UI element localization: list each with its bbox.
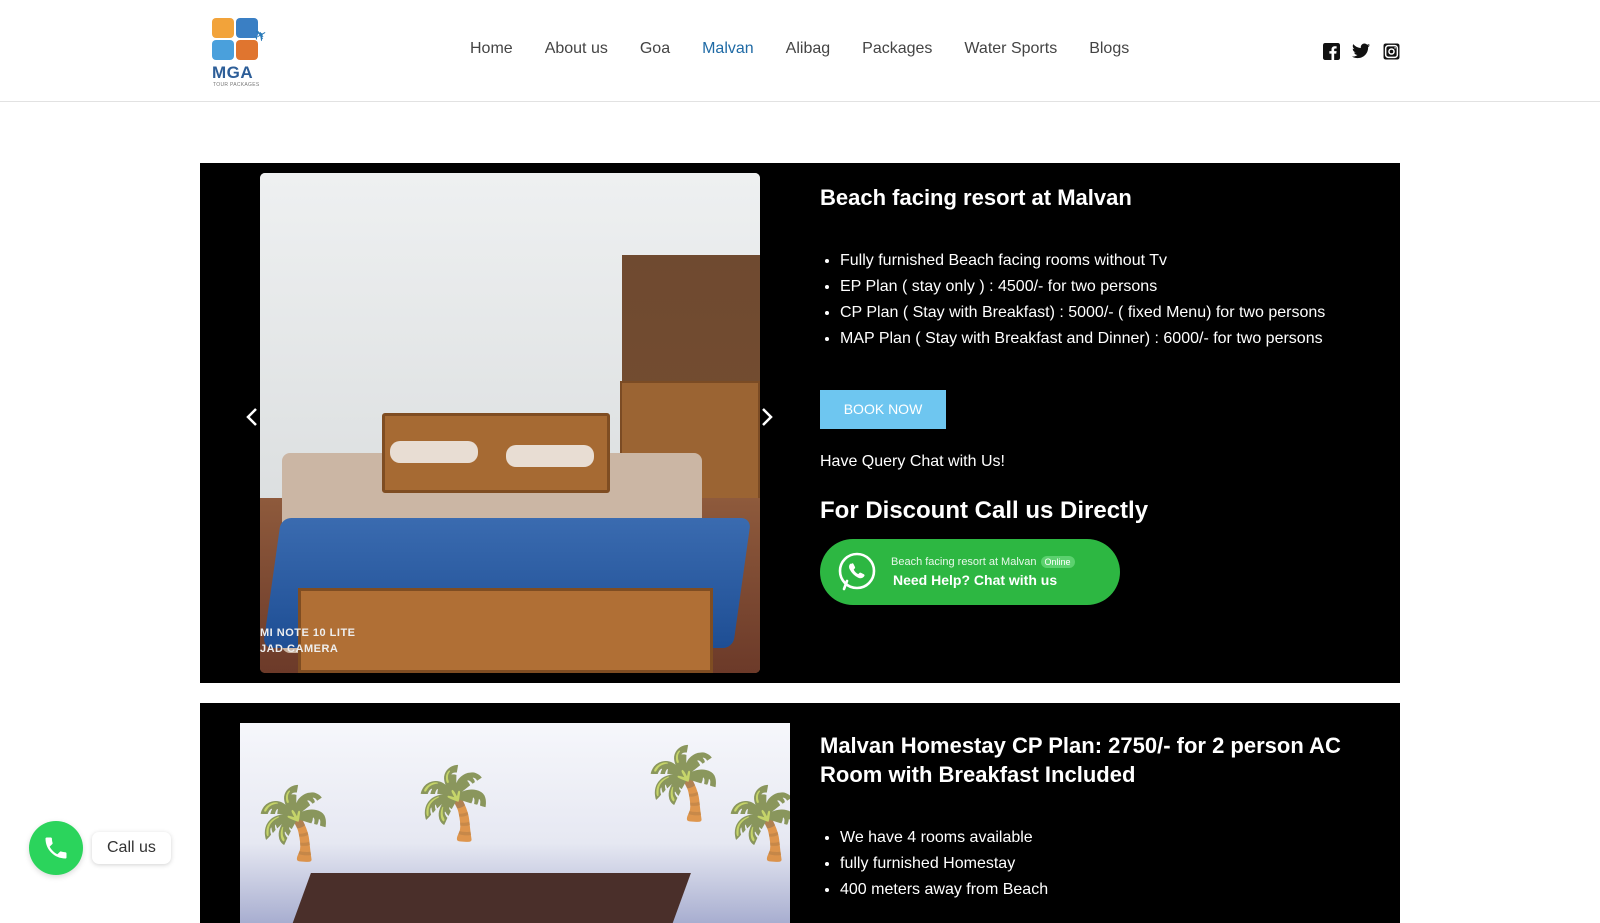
- nav-item-blogs[interactable]: Blogs: [1089, 40, 1129, 58]
- nav-item-water-sports[interactable]: Water Sports: [964, 40, 1057, 58]
- phone-icon: [45, 837, 67, 859]
- logo-text: MGA: [212, 63, 254, 82]
- query-text: Have Query Chat with Us!: [820, 453, 1005, 470]
- main-nav: Home About us Goa Malvan Alibag Packages…: [470, 40, 1161, 58]
- homestay-photo[interactable]: 🌴 🌴 🌴 🌴: [240, 723, 790, 923]
- whatsapp-chat-button[interactable]: Beach facing resort at Malvan Online Need…: [820, 539, 1120, 605]
- facebook-icon[interactable]: [1322, 42, 1340, 60]
- palm-tree-icon: 🌴: [640, 744, 728, 822]
- resort-title: Beach facing resort at Malvan: [820, 185, 1132, 210]
- palm-tree-icon: 🌴: [250, 784, 338, 862]
- book-now-button[interactable]: BOOK NOW: [820, 390, 946, 429]
- site-header: ✈ MGA TOUR PACKAGES Home About us Goa Ma…: [0, 0, 1600, 102]
- list-item: fully furnished Homestay: [840, 851, 1360, 877]
- nav-item-packages[interactable]: Packages: [862, 40, 932, 58]
- logo-mark: [212, 18, 258, 60]
- resort-features-list: Fully furnished Beach facing rooms witho…: [820, 248, 1360, 352]
- resort-details: Beach facing resort at Malvan Fully furn…: [820, 183, 1360, 605]
- list-item: Fully furnished Beach facing rooms witho…: [840, 248, 1360, 274]
- whatsapp-cta-text: Need Help? Chat with us: [893, 572, 1058, 588]
- call-button[interactable]: [29, 821, 83, 875]
- homestay-roof: [289, 873, 691, 923]
- homestay-details: Malvan Homestay CP Plan: 2750/- for 2 pe…: [820, 731, 1360, 903]
- logo-subtext: TOUR PACKAGES: [213, 82, 260, 88]
- nav-item-malvan[interactable]: Malvan: [702, 40, 754, 58]
- list-item: MAP Plan ( Stay with Breakfast and Dinne…: [840, 326, 1360, 352]
- call-us-label[interactable]: Call us: [92, 832, 171, 864]
- room-photo-pillow: [506, 445, 594, 467]
- list-item: EP Plan ( stay only ) : 4500/- for two p…: [840, 274, 1360, 300]
- site-logo[interactable]: ✈ MGA TOUR PACKAGES: [208, 16, 272, 88]
- photo-watermark-line: JAD CAMERA: [260, 643, 339, 655]
- nav-item-about-us[interactable]: About us: [545, 40, 608, 58]
- nav-item-alibag[interactable]: Alibag: [786, 40, 830, 58]
- room-photo-bed-frame: [298, 588, 713, 673]
- online-badge: Online: [1040, 556, 1075, 568]
- list-item: CP Plan ( Stay with Breakfast) : 5000/- …: [840, 300, 1360, 326]
- homestay-title: Malvan Homestay CP Plan: 2750/- for 2 pe…: [820, 733, 1341, 787]
- photo-watermark-line: MI NOTE 10 LITE: [260, 627, 356, 639]
- palm-tree-icon: 🌴: [720, 784, 790, 862]
- whatsapp-resort-name: Beach facing resort at Malvan: [891, 556, 1037, 568]
- room-photo-pillow: [390, 441, 478, 463]
- discount-heading: For Discount Call us Directly: [820, 497, 1149, 524]
- homestay-features-list: We have 4 rooms available fully furnishe…: [820, 825, 1360, 903]
- room-image-slider[interactable]: MI NOTE 10 LITE JAD CAMERA: [260, 173, 760, 673]
- social-links: [1322, 42, 1400, 60]
- instagram-icon[interactable]: [1382, 42, 1400, 60]
- palm-tree-icon: 🌴: [410, 764, 498, 842]
- resort-card-beach-facing: MI NOTE 10 LITE JAD CAMERA Beach facing …: [200, 163, 1400, 683]
- whatsapp-context-text: Beach facing resort at Malvan Online: [891, 556, 1075, 568]
- slider-prev-arrow-icon[interactable]: [242, 405, 262, 429]
- whatsapp-icon: [838, 552, 876, 591]
- nav-item-goa[interactable]: Goa: [640, 40, 670, 58]
- homestay-card: 🌴 🌴 🌴 🌴 Malvan Homestay CP Plan: 2750/- …: [200, 703, 1400, 923]
- photo-watermark: MI NOTE 10 LITE JAD CAMERA: [260, 625, 356, 657]
- nav-item-home[interactable]: Home: [470, 40, 513, 58]
- list-item: We have 4 rooms available: [840, 825, 1360, 851]
- slider-next-arrow-icon[interactable]: [757, 405, 777, 429]
- list-item: 400 meters away from Beach: [840, 877, 1360, 903]
- twitter-icon[interactable]: [1352, 42, 1370, 60]
